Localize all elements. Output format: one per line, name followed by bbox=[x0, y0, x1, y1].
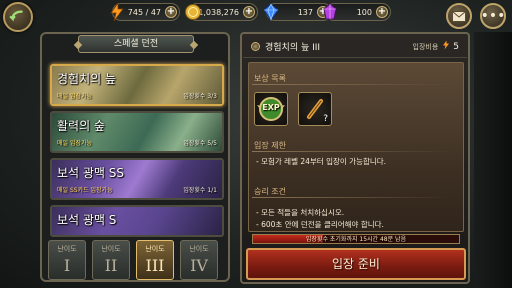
difficulty-label: 난이도 bbox=[101, 245, 121, 253]
stamina-add-button[interactable]: + bbox=[165, 6, 177, 18]
envelope-icon bbox=[452, 10, 466, 22]
difficulty-label: 난이도 bbox=[145, 245, 165, 253]
divider bbox=[252, 197, 452, 198]
difficulty-numeral: IV bbox=[190, 256, 208, 275]
entry-reset-progress: 입장횟수 초기화까지 15시간 48분 남음 bbox=[252, 234, 460, 244]
back-button[interactable] bbox=[3, 2, 33, 32]
dungeon-item-vitality-forest[interactable]: 활력의 숲 매일 입장가능 입장횟수 5/5 bbox=[50, 111, 224, 153]
dungeon-item-exp-swamp[interactable]: 경험치의 늪 매일 입장가능 입장횟수 3/3 bbox=[50, 64, 224, 106]
dungeon-availability: 매일 SS카드 입장가능 bbox=[57, 187, 113, 194]
difficulty-numeral: II bbox=[104, 256, 118, 275]
crystal-add-button[interactable]: + bbox=[376, 6, 388, 18]
mail-button[interactable] bbox=[446, 3, 472, 29]
gem-value: 137 bbox=[297, 7, 313, 17]
crystal-value: 100 bbox=[356, 7, 372, 17]
entry-restriction-text: - 모험가 레벨 24부터 입장이 가능합니다. bbox=[256, 157, 387, 166]
difficulty-tab-4[interactable]: 난이도 IV bbox=[180, 240, 218, 280]
more-menu-button[interactable]: ••• bbox=[480, 3, 506, 29]
stamina-value: 745 / 47 bbox=[127, 7, 161, 17]
detail-title: 경험치의 늪 III bbox=[265, 43, 321, 53]
reward-exp-slot[interactable]: EXP bbox=[254, 92, 288, 126]
difficulty-tab-1[interactable]: 난이도 I bbox=[48, 240, 86, 280]
dungeon-entry-count: 입장횟수 1/1 bbox=[183, 187, 217, 194]
gold-resource: 1,038,276 + bbox=[185, 3, 258, 21]
dungeon-name: 보석 광맥 S bbox=[57, 213, 117, 227]
gold-value: 1,038,276 bbox=[198, 7, 239, 17]
progress-text: 입장횟수 초기화까지 15시간 48분 남음 bbox=[305, 236, 407, 243]
gold-coin-icon bbox=[183, 2, 203, 22]
blue-gem-icon bbox=[261, 2, 281, 22]
dungeon-item-gem-vein-ss[interactable]: 보석 광맥 SS 매일 SS카드 입장가능 입장횟수 1/1 bbox=[50, 158, 224, 200]
detail-header: 경험치의 늪 III 입장비용 5 bbox=[243, 36, 467, 58]
reward-list-title: 보상 목록 bbox=[254, 74, 286, 83]
difficulty-numeral: III bbox=[145, 256, 165, 275]
dungeon-availability: 매일 입장가능 bbox=[57, 140, 93, 147]
entry-restriction-title: 입장 제한 bbox=[254, 141, 286, 150]
difficulty-label: 난이도 bbox=[189, 245, 209, 253]
dungeon-availability: 매일 입장가능 bbox=[57, 93, 93, 100]
difficulty-label: 난이도 bbox=[57, 245, 77, 253]
reward-unknown-slot[interactable]: ? bbox=[298, 92, 332, 126]
dungeon-item-gem-vein-s[interactable]: 보석 광맥 S bbox=[50, 205, 224, 237]
side-decoration bbox=[474, 32, 512, 288]
lightning-icon bbox=[442, 40, 450, 53]
win-condition-text-1: - 모든 적들을 처치하십시오. bbox=[256, 208, 345, 217]
dungeon-name: 경험치의 늪 bbox=[57, 72, 117, 86]
win-condition-title: 승리 조건 bbox=[254, 187, 286, 196]
gold-add-button[interactable]: + bbox=[243, 6, 255, 18]
win-condition-text-2: - 600초 안에 던전을 클리어해야 합니다. bbox=[256, 220, 384, 229]
back-arrow-icon bbox=[9, 10, 23, 22]
dungeon-entry-count: 입장횟수 3/3 bbox=[183, 93, 217, 100]
difficulty-numeral: I bbox=[63, 256, 71, 275]
entry-cost-value: 5 bbox=[453, 41, 459, 52]
dungeon-marker-icon bbox=[251, 42, 260, 51]
dungeon-entry-count: 입장횟수 5/5 bbox=[183, 140, 217, 147]
dungeon-name: 활력의 숲 bbox=[57, 119, 105, 133]
stamina-resource: 745 / 47 + bbox=[110, 3, 180, 21]
divider bbox=[252, 151, 452, 152]
left-panel-title: 스페셜 던전 bbox=[78, 35, 194, 53]
lightning-icon bbox=[107, 2, 127, 22]
ellipsis-icon: ••• bbox=[480, 8, 506, 24]
difficulty-tab-3[interactable]: 난이도 III bbox=[136, 240, 174, 280]
purple-crystal-icon bbox=[320, 2, 340, 22]
crystal-resource: 100 + bbox=[323, 3, 391, 21]
exp-badge-text: EXP bbox=[262, 103, 280, 112]
divider bbox=[252, 84, 452, 85]
entry-cost-label: 입장비용 bbox=[412, 42, 439, 51]
difficulty-tab-2[interactable]: 난이도 II bbox=[92, 240, 130, 280]
unknown-mark: ? bbox=[323, 114, 328, 124]
enter-prepare-button[interactable]: 입장 준비 bbox=[246, 248, 466, 280]
dungeon-name: 보석 광맥 SS bbox=[57, 166, 125, 180]
